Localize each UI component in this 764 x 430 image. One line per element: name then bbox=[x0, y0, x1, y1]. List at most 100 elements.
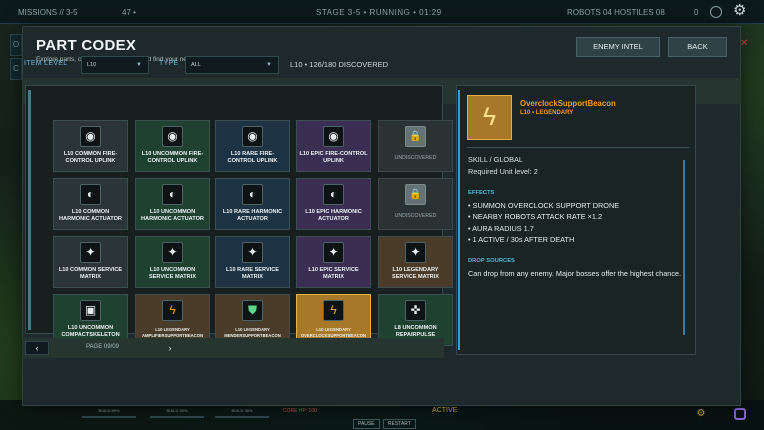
item-level-select[interactable]: L10 ▼ bbox=[81, 56, 149, 74]
stage-status: STAGE 3-5 • RUNNING • 01:29 bbox=[316, 8, 442, 17]
part-skill-type: SKILL / GLOBAL bbox=[468, 155, 523, 164]
ability-icon[interactable]: ⚙ bbox=[695, 408, 707, 420]
part-tile-label: L10 EPIC HARMONIC ACTUATOR bbox=[305, 209, 362, 222]
part-tile[interactable]: ◉ L10 EPIC FIRE-CONTROL UPLINK bbox=[296, 120, 371, 172]
lock-icon: 🔒 bbox=[405, 184, 426, 205]
shield-slot-icon[interactable] bbox=[734, 408, 746, 420]
part-tile[interactable]: ◉ L10 RARE FIRE-CONTROL UPLINK bbox=[215, 120, 290, 172]
undiscovered-part-tile[interactable]: 🔒 UNDISCOVERED bbox=[378, 178, 453, 230]
side-tab-c[interactable]: C bbox=[10, 58, 22, 80]
part-tile-label: L10 EPIC SERVICE MATRIX bbox=[308, 267, 359, 280]
gear-icon[interactable]: ⚙ bbox=[733, 3, 746, 18]
globe-icon[interactable] bbox=[710, 6, 722, 18]
enemy-intel-button[interactable]: ENEMY INTEL bbox=[576, 37, 660, 57]
uplink-icon: ◉ bbox=[162, 126, 183, 147]
effects-header: EFFECTS bbox=[468, 190, 495, 196]
type-select[interactable]: ALL ▼ bbox=[185, 56, 279, 74]
actuator-icon: ◐ bbox=[162, 184, 183, 205]
top-hud-bar: MISSIONS // 3-5 47 • STAGE 3-5 • RUNNING… bbox=[0, 0, 764, 24]
lock-icon: 🔒 bbox=[405, 126, 426, 147]
actuator-icon: ◐ bbox=[80, 184, 101, 205]
close-icon[interactable]: ✕ bbox=[740, 38, 748, 49]
item-level-value: L10 bbox=[87, 62, 97, 68]
part-tile[interactable]: ✦ L10 LEGENDARY SERVICE MATRIX bbox=[378, 236, 453, 288]
part-tile-label: L10 EPIC FIRE-CONTROL UPLINK bbox=[299, 151, 368, 164]
chevron-down-icon: ▼ bbox=[136, 62, 142, 68]
part-tile[interactable]: ◐ L10 EPIC HARMONIC ACTUATOR bbox=[296, 178, 371, 230]
part-tile-label: L10 RARE SERVICE MATRIX bbox=[225, 267, 280, 280]
drop-sources-text: Can drop from any enemy. Major bosses of… bbox=[468, 269, 682, 278]
active-status: ACTIVE bbox=[432, 407, 458, 414]
back-button[interactable]: BACK bbox=[668, 37, 727, 57]
chevron-down-icon: ▼ bbox=[266, 62, 272, 68]
core-hp: CORE HP: 100 bbox=[283, 408, 317, 414]
shield-icon: ⛊ bbox=[242, 300, 263, 321]
part-tile[interactable]: ◉ L10 UNCOMMON FIRE-CONTROL UPLINK bbox=[135, 120, 210, 172]
part-tile-label: L10 COMMON HARMONIC ACTUATOR bbox=[59, 209, 122, 222]
restart-button[interactable]: RESTART bbox=[383, 419, 416, 429]
part-tile[interactable]: ◐ L10 COMMON HARMONIC ACTUATOR bbox=[53, 178, 128, 230]
part-tile-label: L10 COMMON SERVICE MATRIX bbox=[58, 267, 123, 280]
robots-hostiles-count: ROBOTS 04 HOSTILES 08 bbox=[567, 8, 665, 17]
build-progress-3: BUILD 38% bbox=[215, 408, 269, 418]
part-tile-label: L10 UNCOMMON SERVICE MATRIX bbox=[148, 267, 197, 280]
effect-item: • 1 ACTIVE / 30s AFTER DEATH bbox=[468, 234, 575, 244]
effect-item: • NEARBY ROBOTS ATTACK RATE ×1.2 bbox=[468, 212, 603, 222]
part-name: OverclockSupportBeacon bbox=[520, 99, 616, 108]
mission-count: 47 • bbox=[122, 8, 136, 17]
type-label: TYPE bbox=[159, 60, 179, 67]
part-tile-label: L10 UNCOMMON FIRE-CONTROL UPLINK bbox=[141, 151, 204, 164]
part-tile[interactable]: ◉ L10 COMMON FIRE-CONTROL UPLINK bbox=[53, 120, 128, 172]
part-tile-label: L10 UNCOMMON HARMONIC ACTUATOR bbox=[141, 209, 204, 222]
effect-item: • SUMMON OVERCLOCK SUPPORT DRONE bbox=[468, 201, 620, 210]
page-indicator: PAGE 09/09 bbox=[86, 344, 119, 350]
detail-divider bbox=[467, 147, 689, 148]
discovered-count: L10 • 126/180 DISCOVERED bbox=[290, 60, 389, 69]
required-level: Required Unit level: 2 bbox=[468, 167, 538, 176]
service-matrix-icon: ✦ bbox=[242, 242, 263, 263]
uplink-icon: ◉ bbox=[323, 126, 344, 147]
grid-scrollbar-thumb[interactable] bbox=[28, 90, 31, 330]
uplink-icon: ◉ bbox=[242, 126, 263, 147]
detail-scrollbar[interactable] bbox=[683, 160, 685, 335]
drop-sources-header: DROP SOURCES bbox=[468, 258, 515, 264]
part-rarity: L10 • LEGENDARY bbox=[520, 110, 574, 116]
part-tile-label: L10 LEGENDARY SERVICE MATRIX bbox=[391, 267, 440, 280]
part-tile[interactable]: ◐ L10 RARE HARMONIC ACTUATOR bbox=[215, 178, 290, 230]
modal-title: PART CODEX bbox=[36, 37, 137, 54]
repair-icon: ✜ bbox=[405, 300, 426, 321]
effect-item: • AURA RADIUS 1.7 bbox=[468, 223, 534, 233]
bolt-icon: ϟ bbox=[162, 300, 183, 321]
undiscovered-part-tile[interactable]: 🔒 UNDISCOVERED bbox=[378, 120, 453, 172]
part-tile-label: L10 COMMON FIRE-CONTROL UPLINK bbox=[63, 151, 118, 164]
part-tile-label: L8 UNCOMMON REPAIRPULSE bbox=[394, 325, 437, 338]
part-tile[interactable]: ✦ L10 RARE SERVICE MATRIX bbox=[215, 236, 290, 288]
effects-list: • SUMMON OVERCLOCK SUPPORT DRONE • NEARB… bbox=[468, 200, 619, 245]
part-tile[interactable]: ✦ L10 COMMON SERVICE MATRIX bbox=[53, 236, 128, 288]
part-tile-label: UNDISCOVERED bbox=[394, 213, 437, 219]
part-tile-label: UNDISCOVERED bbox=[394, 155, 437, 161]
bolt-icon: ϟ bbox=[323, 300, 344, 321]
side-tab-o[interactable]: O bbox=[10, 34, 22, 56]
missions-label: MISSIONS // 3-5 bbox=[18, 8, 78, 17]
item-level-label: ITEM LEVEL bbox=[24, 60, 68, 67]
part-tile-label: L10 RARE FIRE-CONTROL UPLINK bbox=[227, 151, 278, 164]
part-tile-label: L10 RARE HARMONIC ACTUATOR bbox=[222, 209, 283, 222]
bolt-icon: ϟ bbox=[467, 95, 512, 140]
pause-button[interactable]: PAUSE bbox=[353, 419, 380, 429]
part-tile[interactable]: ✦ L10 EPIC SERVICE MATRIX bbox=[296, 236, 371, 288]
part-tile[interactable]: ✦ L10 UNCOMMON SERVICE MATRIX bbox=[135, 236, 210, 288]
build-progress-1: BUILD 89% bbox=[82, 408, 136, 418]
type-value: ALL bbox=[191, 62, 201, 68]
actuator-icon: ◐ bbox=[242, 184, 263, 205]
part-tile-label: L10 UNCOMMON COMPACTSKELETON bbox=[61, 325, 120, 338]
service-matrix-icon: ✦ bbox=[162, 242, 183, 263]
skeleton-icon: ▣ bbox=[80, 300, 101, 321]
uplink-icon: ◉ bbox=[80, 126, 101, 147]
prev-page-button[interactable]: ‹ bbox=[25, 341, 49, 355]
build-progress-2: BUILD 49% bbox=[150, 408, 204, 418]
part-tile[interactable]: ◐ L10 UNCOMMON HARMONIC ACTUATOR bbox=[135, 178, 210, 230]
actuator-icon: ◐ bbox=[323, 184, 344, 205]
next-page-button[interactable]: › bbox=[158, 341, 182, 355]
hud-counter: 0 bbox=[694, 8, 699, 17]
